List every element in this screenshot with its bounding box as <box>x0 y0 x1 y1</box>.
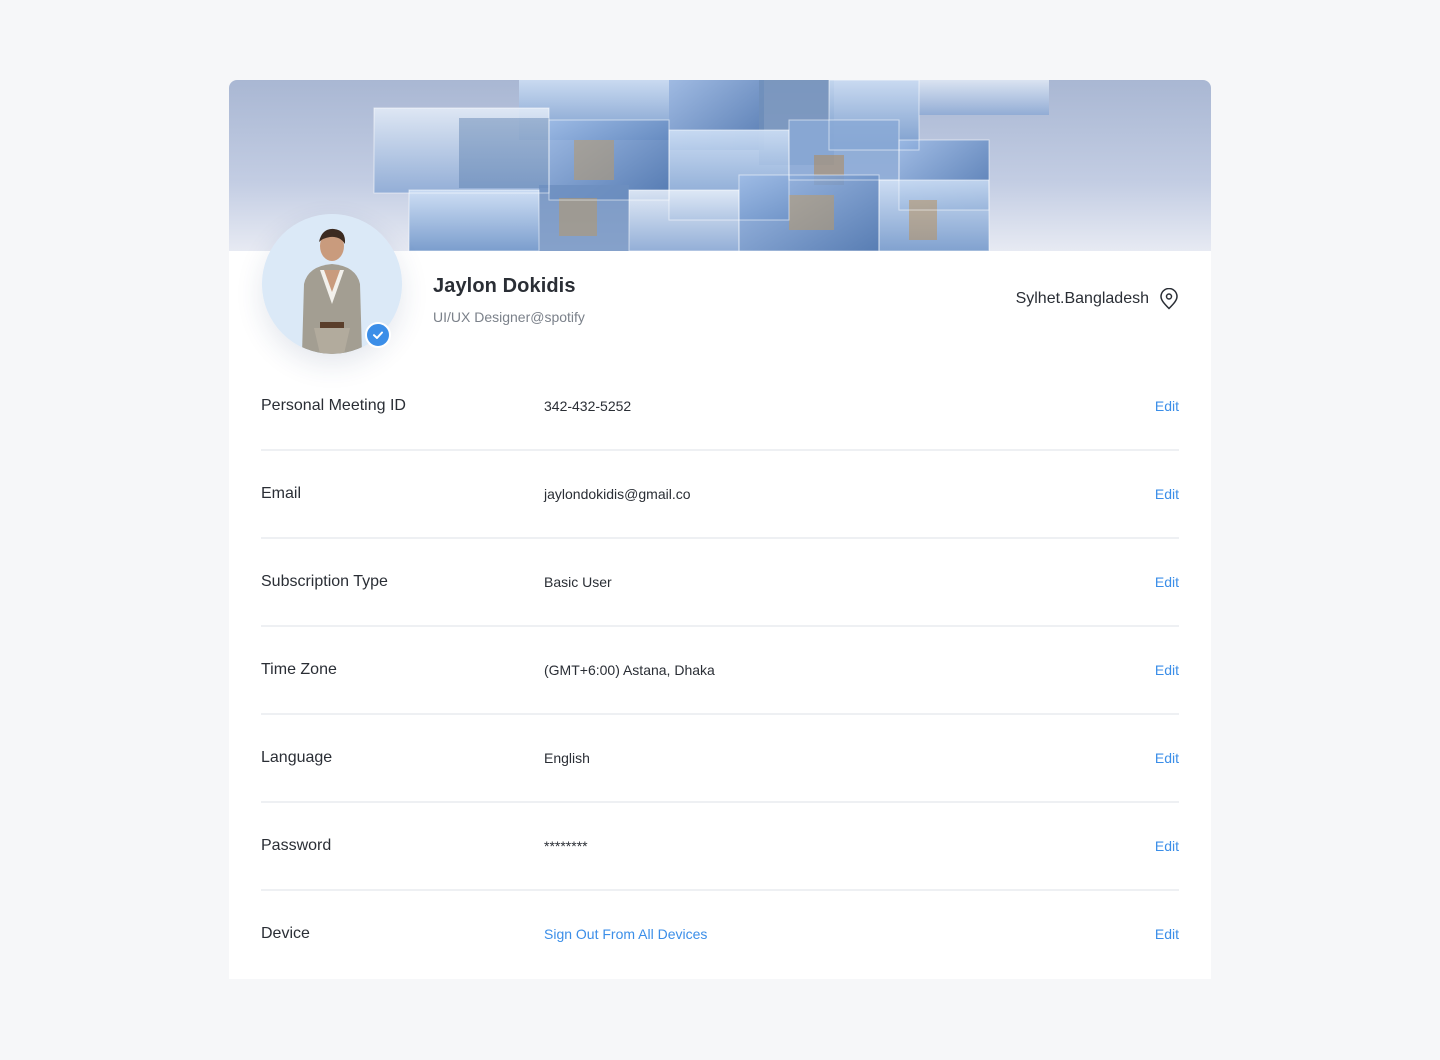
row-value: jaylondokidis@gmail.co <box>544 486 691 502</box>
sign-out-all-devices-link[interactable]: Sign Out From All Devices <box>544 926 707 942</box>
profile-card: Jaylon Dokidis UI/UX Designer@spotify Sy… <box>229 80 1211 979</box>
edit-password-link[interactable]: Edit <box>1155 838 1179 854</box>
cover-image <box>229 80 1211 251</box>
glass-blocks-illustration <box>373 80 1049 251</box>
row-value: ******** <box>544 838 588 854</box>
row-password: Password ******** Edit <box>261 803 1179 891</box>
row-label: Password <box>261 837 332 854</box>
edit-email-link[interactable]: Edit <box>1155 486 1179 502</box>
row-label: Time Zone <box>261 661 337 678</box>
profile-subtitle: UI/UX Designer@spotify <box>433 309 585 325</box>
row-language: Language English Edit <box>261 715 1179 803</box>
row-personal-meeting-id: Personal Meeting ID 342-432-5252 Edit <box>261 363 1179 451</box>
edit-subscription-link[interactable]: Edit <box>1155 574 1179 590</box>
row-value: English <box>544 750 590 766</box>
row-device: Device Sign Out From All Devices Edit <box>261 891 1179 979</box>
row-label: Language <box>261 749 333 766</box>
edit-time-zone-link[interactable]: Edit <box>1155 662 1179 678</box>
row-value: (GMT+6:00) Astana, Dhaka <box>544 662 715 678</box>
edit-device-link[interactable]: Edit <box>1155 926 1179 942</box>
account-details-list: Personal Meeting ID 342-432-5252 Edit Em… <box>261 363 1179 979</box>
edit-language-link[interactable]: Edit <box>1155 750 1179 766</box>
row-label: Email <box>261 485 302 502</box>
profile-name: Jaylon Dokidis <box>433 275 576 297</box>
row-email: Email jaylondokidis@gmail.co Edit <box>261 451 1179 539</box>
row-value: Basic User <box>544 574 612 590</box>
verified-check-icon <box>365 322 391 348</box>
map-pin-icon <box>1160 288 1178 310</box>
row-label: Personal Meeting ID <box>261 397 406 414</box>
edit-meeting-id-link[interactable]: Edit <box>1155 398 1179 414</box>
row-value: 342-432-5252 <box>544 398 632 414</box>
location: Sylhet.Bangladesh <box>1016 288 1179 310</box>
row-label: Device <box>261 925 310 942</box>
row-label: Subscription Type <box>261 573 388 590</box>
row-time-zone: Time Zone (GMT+6:00) Astana, Dhaka Edit <box>261 627 1179 715</box>
location-label: Sylhet.Bangladesh <box>1015 290 1149 307</box>
row-subscription-type: Subscription Type Basic User Edit <box>261 539 1179 627</box>
